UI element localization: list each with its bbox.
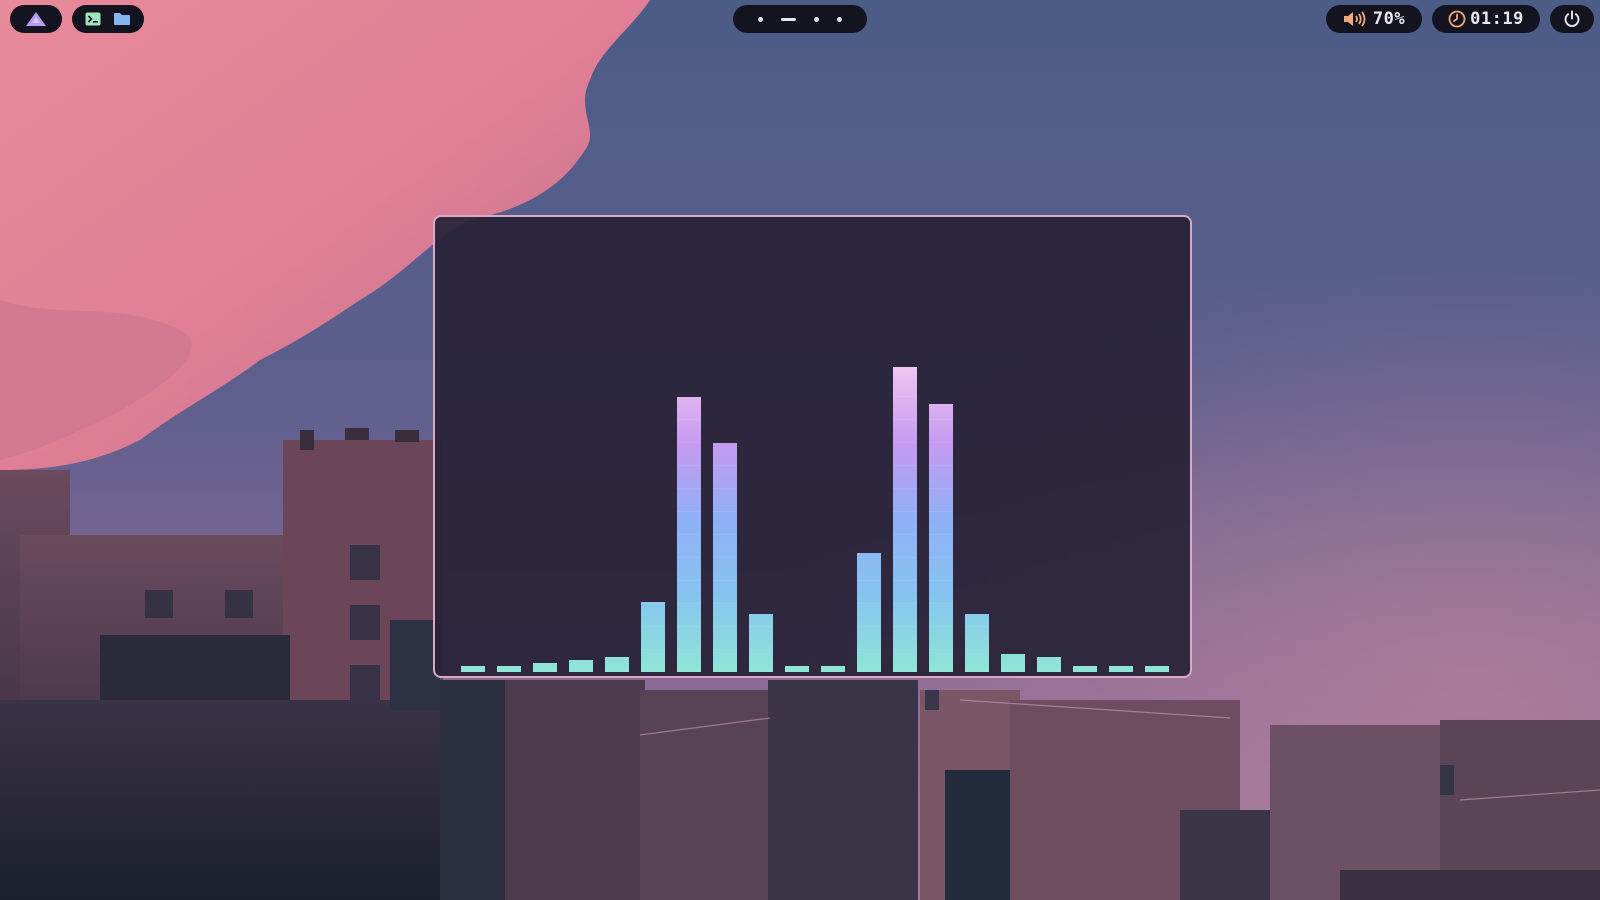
folder-icon[interactable] — [113, 12, 131, 26]
spectrum-bar-segment — [713, 603, 737, 604]
spectrum-bar-segment — [893, 465, 917, 466]
spectrum-bar-segment — [677, 511, 701, 512]
audio-visualizer-window[interactable] — [433, 215, 1192, 678]
spectrum-bar-segment — [713, 511, 737, 512]
spectrum-bar-12 — [857, 553, 881, 672]
spectrum-bar-segment — [677, 580, 701, 581]
spectrum-bar-6 — [641, 602, 665, 672]
spectrum-bar-segment — [929, 465, 953, 466]
spectrum-bar-16 — [1001, 654, 1025, 672]
volume-level: 70% — [1372, 9, 1406, 29]
workspace-2-active[interactable] — [781, 17, 796, 21]
power-button[interactable] — [1550, 5, 1594, 33]
spectrum-bar-segment — [677, 557, 701, 558]
clock-time: 01:19 — [1470, 9, 1524, 29]
spectrum-bar-segment — [713, 626, 737, 627]
spectrum-bar-11 — [821, 666, 845, 672]
spectrum-bar-segment — [749, 649, 773, 650]
arch-logo-icon — [25, 11, 47, 27]
spectrum-bar-segment — [893, 580, 917, 581]
spectrum-bar-segment — [857, 603, 881, 604]
spectrum-bar-segment — [893, 534, 917, 535]
speaker-volume-icon — [1343, 10, 1367, 28]
spectrum-bar-segment — [857, 649, 881, 650]
power-icon — [1563, 10, 1581, 28]
spectrum-bar-segment — [677, 649, 701, 650]
spectrum-bar-segment — [641, 626, 665, 627]
spectrum-bar-segment — [893, 603, 917, 604]
spectrum-bar-segment — [641, 603, 665, 604]
spectrum-bar-segment — [857, 557, 881, 558]
spectrum-bar-segment — [893, 442, 917, 443]
clock-icon — [1448, 10, 1466, 28]
spectrum-bar-segment — [677, 603, 701, 604]
spectrum-bar-10 — [785, 666, 809, 672]
spectrum-bar-segment — [893, 511, 917, 512]
spectrum-bar-17 — [1037, 657, 1061, 672]
spectrum-bar-segment — [929, 626, 953, 627]
spectrum-bar-segment — [929, 580, 953, 581]
spectrum-bar-segment — [713, 534, 737, 535]
workspace-3[interactable] — [814, 16, 819, 22]
spectrum-bar-segment — [677, 419, 701, 420]
volume-indicator[interactable]: 70% — [1326, 5, 1422, 33]
spectrum-bar-segment — [893, 419, 917, 420]
spectrum-bars — [461, 367, 1169, 672]
spectrum-bar-segment — [893, 373, 917, 374]
spectrum-bar-segment — [677, 626, 701, 627]
pinned-apps — [72, 5, 144, 33]
spectrum-bar-segment — [713, 580, 737, 581]
spectrum-bar-1 — [461, 666, 485, 672]
spectrum-bar-segment — [893, 557, 917, 558]
spectrum-bar-4 — [569, 660, 593, 672]
spectrum-bar-segment — [713, 465, 737, 466]
spectrum-bar-14 — [929, 404, 953, 672]
spectrum-bar-segment — [677, 442, 701, 443]
workspace-1[interactable] — [758, 16, 763, 22]
terminal-icon[interactable] — [85, 12, 101, 26]
spectrum-bar-15 — [965, 614, 989, 672]
spectrum-bar-segment — [713, 488, 737, 489]
spectrum-bar-segment — [929, 442, 953, 443]
spectrum-bar-segment — [965, 626, 989, 627]
spectrum-bar-segment — [857, 580, 881, 581]
spectrum-bar-18 — [1073, 666, 1097, 672]
clock[interactable]: 01:19 — [1432, 5, 1540, 33]
spectrum-bar-segment — [893, 649, 917, 650]
spectrum-bar-9 — [749, 614, 773, 672]
launcher-button[interactable] — [10, 5, 62, 33]
spectrum-bar-segment — [893, 626, 917, 627]
spectrum-bar-2 — [497, 666, 521, 672]
spectrum-bar-segment — [929, 557, 953, 558]
workspace-switcher — [733, 5, 867, 33]
spectrum-bar-segment — [929, 603, 953, 604]
spectrum-bar-5 — [605, 657, 629, 672]
spectrum-bar-segment — [893, 488, 917, 489]
spectrum-bar-segment — [713, 649, 737, 650]
spectrum-bar-segment — [965, 649, 989, 650]
spectrum-bar-segment — [749, 626, 773, 627]
spectrum-bar-segment — [713, 557, 737, 558]
spectrum-bar-segment — [929, 511, 953, 512]
spectrum-bar-20 — [1145, 666, 1169, 672]
spectrum-bar-segment — [929, 419, 953, 420]
spectrum-bar-segment — [677, 488, 701, 489]
spectrum-bar-segment — [929, 649, 953, 650]
spectrum-bar-segment — [929, 488, 953, 489]
spectrum-bar-3 — [533, 663, 557, 672]
spectrum-bar-segment — [677, 465, 701, 466]
spectrum-bar-segment — [857, 626, 881, 627]
spectrum-bar-segment — [677, 534, 701, 535]
spectrum-bar-segment — [641, 649, 665, 650]
spectrum-bar-segment — [929, 534, 953, 535]
workspace-4[interactable] — [837, 16, 842, 22]
spectrum-bar-segment — [893, 396, 917, 397]
spectrum-bar-19 — [1109, 666, 1133, 672]
